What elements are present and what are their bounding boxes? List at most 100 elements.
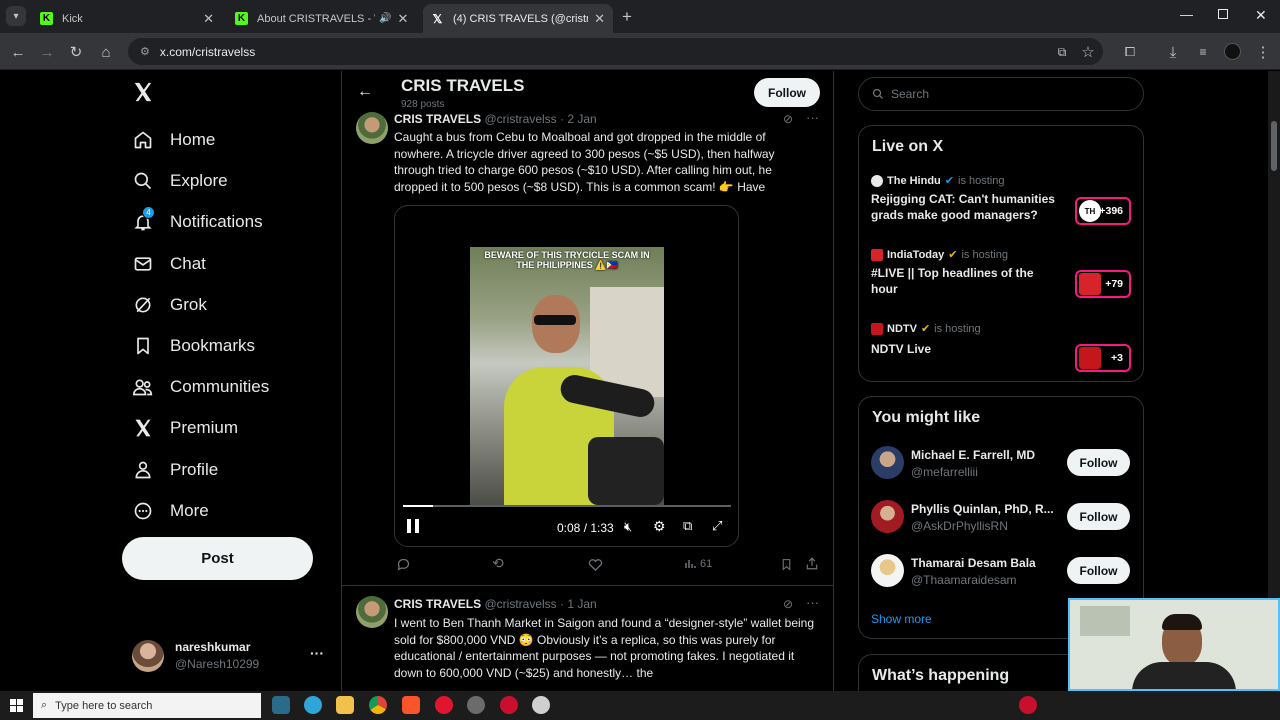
close-tab-icon[interactable]: ✕ xyxy=(594,11,605,27)
search-box[interactable]: Search xyxy=(858,77,1144,111)
nav-explore[interactable]: Explore xyxy=(132,166,228,196)
mute-icon[interactable]: 🔇︎ xyxy=(624,519,632,535)
nav-more[interactable]: More xyxy=(132,496,209,526)
back-arrow-icon[interactable]: ← xyxy=(8,42,28,62)
motorcycle xyxy=(588,437,664,505)
follow-button[interactable]: Follow xyxy=(1067,503,1130,530)
profile-avatar[interactable] xyxy=(1224,43,1241,60)
nav-notifications[interactable]: 4 Notifications xyxy=(132,206,263,237)
app-icon[interactable] xyxy=(500,696,518,714)
taskbar-search-box[interactable]: ⌕ Type here to search xyxy=(33,693,261,718)
suggested-user[interactable]: Michael E. Farrell, MD @mefarrelliii Fol… xyxy=(871,445,1133,483)
scrollbar-thumb[interactable] xyxy=(1271,121,1277,171)
grok-icon[interactable]: ⊘ xyxy=(783,112,793,126)
close-tab-icon[interactable]: ✕ xyxy=(397,11,408,27)
video-progress-track[interactable] xyxy=(403,505,731,507)
video-player[interactable]: BEWARE OF THIS TRYCICLE SCAM IN THE PHIL… xyxy=(394,205,739,547)
nav-premium[interactable]: Premium xyxy=(132,413,238,443)
live-avatars-badge[interactable]: TH +396 xyxy=(1075,197,1131,225)
browser-menu-icon[interactable]: ⋮ xyxy=(1253,42,1273,62)
download-icon[interactable]: ⤓ xyxy=(1163,42,1183,62)
like-icon[interactable] xyxy=(588,557,603,577)
nav-home[interactable]: Home xyxy=(132,125,215,155)
x-logo-icon[interactable] xyxy=(132,81,156,107)
views-icon[interactable]: 61 xyxy=(684,558,712,570)
app-icon[interactable] xyxy=(467,696,485,714)
picture-in-picture-icon[interactable]: ⧉ xyxy=(683,518,692,534)
user-handle: @AskDrPhyllisRN xyxy=(911,519,1008,533)
nav-chat[interactable]: Chat xyxy=(132,249,206,279)
live-avatars-badge[interactable]: +79 xyxy=(1075,270,1131,298)
opera-icon[interactable] xyxy=(435,696,453,714)
tweet-handle[interactable]: @cristravelss xyxy=(484,597,556,611)
account-more-icon[interactable]: ··· xyxy=(310,645,324,661)
suggested-user[interactable]: Phyllis Quinlan, PhD, R... @AskDrPhyllis… xyxy=(871,499,1133,537)
media-control-icon[interactable]: ≡ xyxy=(1193,42,1213,62)
close-window-button[interactable]: ✕ xyxy=(1255,7,1267,24)
tweet-handle[interactable]: @cristravelss xyxy=(484,112,556,126)
forward-arrow-icon[interactable]: → xyxy=(37,42,57,62)
close-tab-icon[interactable]: ✕ xyxy=(203,11,214,27)
nav-bookmarks[interactable]: Bookmarks xyxy=(132,331,255,361)
tab-search-button[interactable]: ▾ xyxy=(6,6,26,26)
browser-tab-x[interactable]: 𝕏 (4) CRIS TRAVELS (@cristravelss) / X ✕ xyxy=(423,4,613,33)
back-arrow-icon[interactable]: ← xyxy=(357,83,373,101)
search-icon: ⌕ xyxy=(41,699,48,711)
reply-icon[interactable] xyxy=(396,557,411,575)
minimize-button[interactable]: — xyxy=(1180,7,1193,22)
follow-button[interactable]: Follow xyxy=(754,78,820,107)
reload-icon[interactable]: ↻ xyxy=(66,42,86,62)
browser-tab-about[interactable]: K About CRISTRAVELS - Watch Live 🔊 ✕ xyxy=(227,4,419,33)
live-avatars-badge[interactable]: +3 xyxy=(1075,344,1131,372)
account-switcher[interactable]: nareshkumar @Naresh10299 ··· xyxy=(132,637,328,677)
brave-icon[interactable] xyxy=(402,696,420,714)
nav-grok[interactable]: Grok xyxy=(132,290,207,320)
nav-profile[interactable]: Profile xyxy=(132,455,218,485)
fullscreen-icon[interactable]: ⤢ xyxy=(712,518,722,534)
live-host-row: NDTV ✔ is hosting xyxy=(871,322,1061,335)
suggested-user[interactable]: Thamarai Desam Bala @Thaamaraidesam Foll… xyxy=(871,553,1133,591)
live-item[interactable]: IndiaToday ✔ is hosting #LIVE || Top hea… xyxy=(871,248,1061,304)
tweet-date[interactable]: · 2 Jan xyxy=(560,112,597,126)
chrome-icon[interactable] xyxy=(369,696,387,714)
tweet-author[interactable]: CRIS TRAVELS xyxy=(394,112,481,126)
post-button[interactable]: Post xyxy=(122,537,313,580)
tweet-avatar[interactable] xyxy=(356,596,388,628)
tweet[interactable]: CRIS TRAVELS @cristravelss · 1 Jan ⊘ ···… xyxy=(342,586,833,691)
tray-app-icon[interactable] xyxy=(1019,696,1037,714)
tweet-more-icon[interactable]: ··· xyxy=(806,110,819,125)
bookmark-star-icon[interactable]: ☆ xyxy=(1078,42,1098,62)
install-app-icon[interactable]: ⧉ xyxy=(1052,42,1072,62)
tweet-avatar[interactable] xyxy=(356,112,388,144)
extensions-icon[interactable]: ⧠ xyxy=(1120,42,1140,62)
file-explorer-icon[interactable] xyxy=(336,696,354,714)
nav-communities[interactable]: Communities xyxy=(132,372,269,402)
task-view-icon[interactable] xyxy=(272,696,290,714)
live-title-text: #LIVE || Top headlines of the hour xyxy=(871,266,1034,296)
live-item[interactable]: The Hindu ✔ is hosting Rejigging CAT: Ca… xyxy=(871,174,1061,230)
app-icon[interactable] xyxy=(532,696,550,714)
pause-icon[interactable] xyxy=(407,519,421,535)
home-browser-icon[interactable]: ⌂ xyxy=(96,42,116,62)
tweet-author[interactable]: CRIS TRAVELS xyxy=(394,597,481,611)
tweet-date[interactable]: · 1 Jan xyxy=(560,597,597,611)
site-info-icon[interactable]: ⚙ xyxy=(140,45,150,58)
new-tab-button[interactable]: + xyxy=(622,7,632,27)
tweet-more-icon[interactable]: ··· xyxy=(806,595,819,610)
bookmark-icon[interactable] xyxy=(780,557,793,577)
speaker-icon[interactable]: 🔊 xyxy=(379,13,391,24)
settings-gear-icon[interactable]: ⚙ xyxy=(653,518,666,535)
edge-icon[interactable] xyxy=(304,696,322,714)
windows-start-icon[interactable] xyxy=(10,699,23,712)
share-icon[interactable] xyxy=(805,556,819,576)
show-more-link[interactable]: Show more xyxy=(871,612,932,626)
address-bar[interactable]: ⚙ x.com/cristravelss xyxy=(128,38,1103,65)
grok-icon[interactable]: ⊘ xyxy=(783,597,793,611)
repost-icon[interactable]: ⟲ xyxy=(492,555,504,572)
browser-tab-kick[interactable]: K Kick ✕ xyxy=(32,4,222,33)
tweet[interactable]: CRIS TRAVELS @cristravelss · 2 Jan ⊘ ···… xyxy=(342,107,833,585)
maximize-button[interactable] xyxy=(1218,9,1228,19)
follow-button[interactable]: Follow xyxy=(1067,557,1130,584)
live-item[interactable]: NDTV ✔ is hosting NDTV Live xyxy=(871,322,1061,362)
follow-button[interactable]: Follow xyxy=(1067,449,1130,476)
